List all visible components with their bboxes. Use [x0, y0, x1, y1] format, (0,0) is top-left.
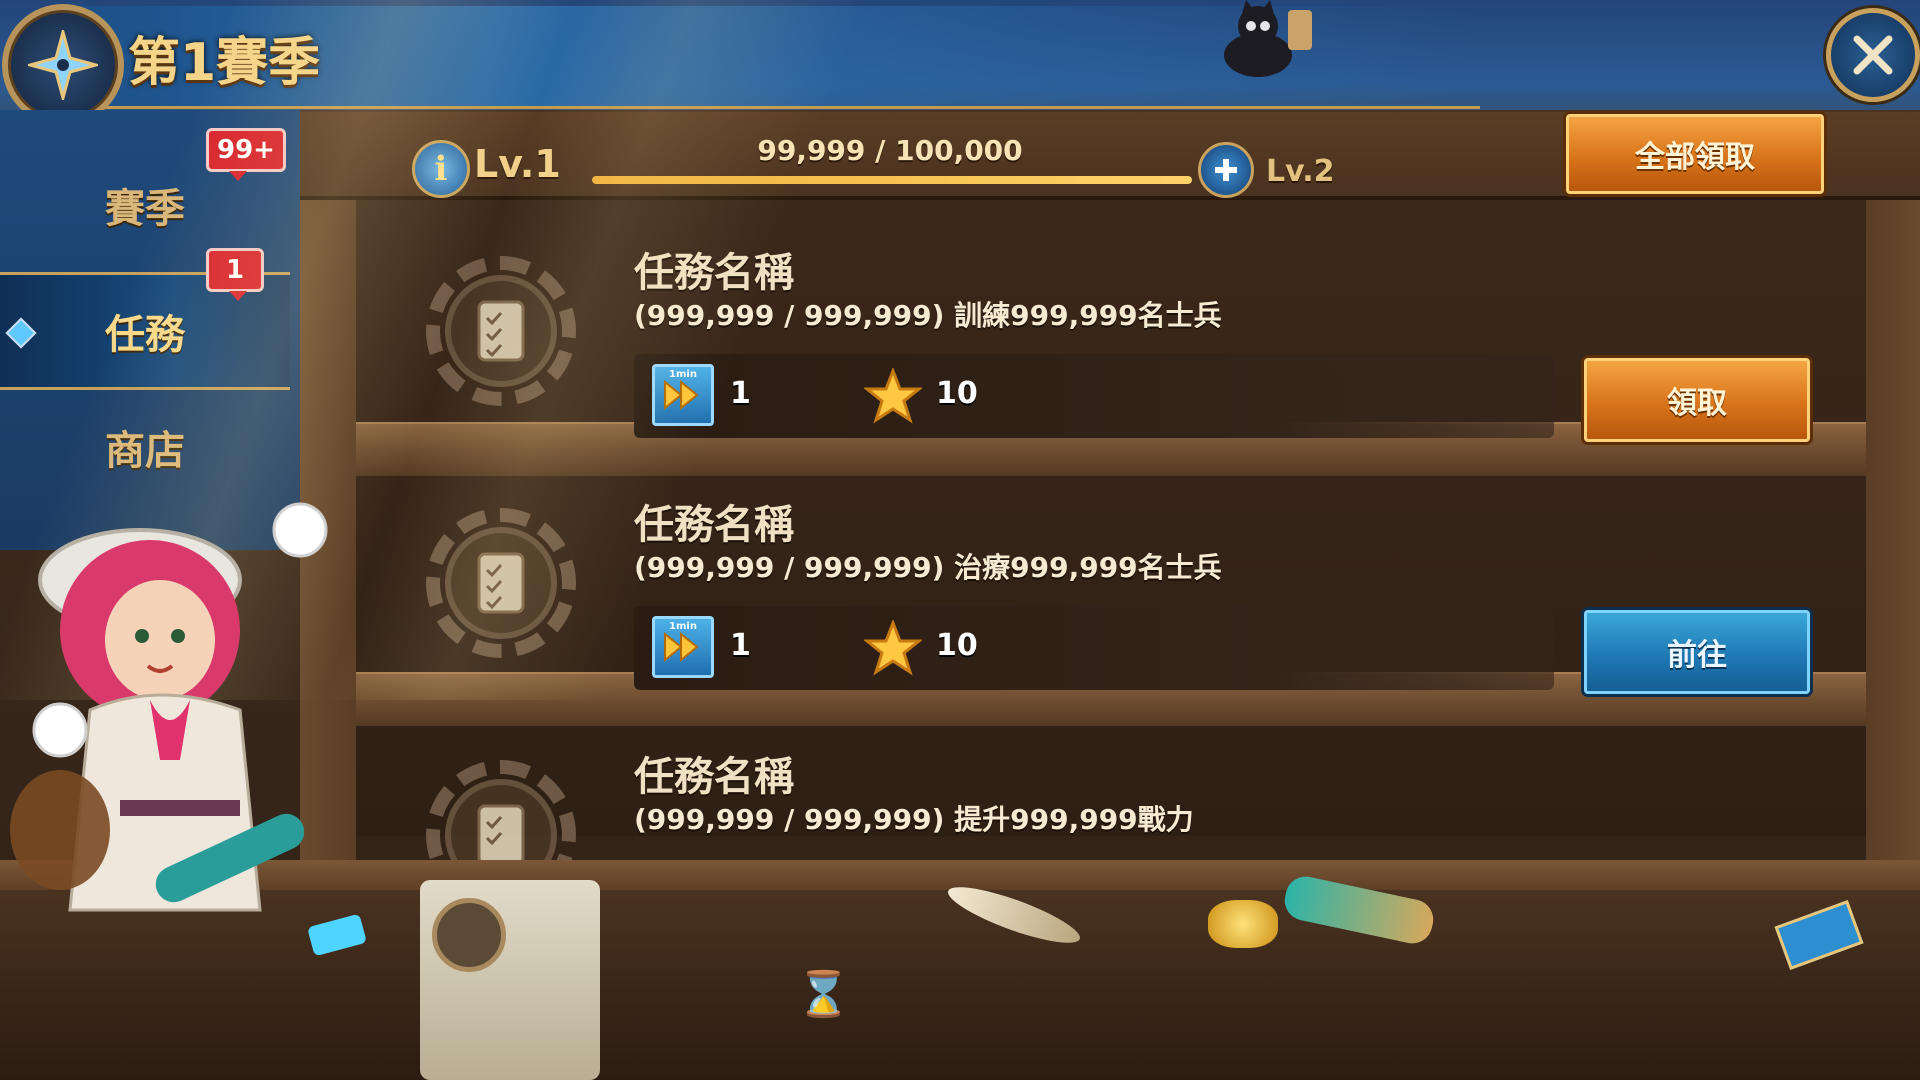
claim-button[interactable]: 領取 [1584, 358, 1810, 442]
speedup-count: 1 [730, 628, 751, 663]
tasks-notification-badge: 1 [206, 248, 264, 301]
xp-progress-bar [592, 176, 1192, 184]
compass-star-icon [2, 4, 124, 126]
speedup-1min-icon: 1min [652, 364, 714, 426]
gold-coins-icon [1208, 900, 1278, 948]
claim-all-button[interactable]: 全部領取 [1566, 114, 1824, 194]
shelf-right-post [1866, 196, 1920, 876]
compass-icon [432, 898, 506, 972]
task-scroll-icon [426, 760, 576, 860]
black-cat-decoration [1224, 0, 1312, 77]
xp-text: 99,999 / 100,000 [757, 134, 1023, 167]
star-count: 10 [936, 376, 978, 411]
season-title: 第1賽季 [128, 33, 321, 93]
star-icon [864, 620, 922, 676]
star-count: 10 [936, 628, 978, 663]
task-row: 任務名稱 (999,999 / 999,999) 治療999,999名士兵 1m… [356, 478, 1866, 694]
task-rewards: 1min 1 10 [634, 606, 1554, 690]
sidebar-item-label: 商店 [105, 428, 185, 474]
character-illustration [10, 502, 328, 912]
task-desc: (999,999 / 999,999) 提升999,999戰力 [634, 803, 1194, 836]
go-button[interactable]: 前往 [1584, 610, 1810, 694]
add-level-button[interactable] [1198, 142, 1254, 198]
task-desc: (999,999 / 999,999) 治療999,999名士兵 [634, 551, 1222, 584]
sidebar-item-label: 任務 [105, 312, 185, 358]
task-name: 任務名稱 [634, 250, 794, 296]
season-notification-badge: 99+ [206, 128, 286, 181]
hourglass-icon: ⌛ [796, 969, 851, 1020]
level-next: Lv.2 [1266, 154, 1335, 189]
level-current: Lv.1 [474, 142, 561, 186]
task-row: 任務名稱 (999,999 / 999,999) 提升999,999戰力 [356, 730, 1866, 860]
task-rewards: 1min 1 10 [634, 354, 1554, 438]
xp-progress-fill [592, 176, 1192, 184]
task-row: 任務名稱 (999,999 / 999,999) 訓練999,999名士兵 1m… [356, 226, 1866, 442]
task-scroll-icon [426, 256, 576, 406]
speedup-tag: 1min [669, 621, 697, 632]
speedup-1min-icon: 1min [652, 616, 714, 678]
info-icon[interactable]: i [412, 140, 470, 198]
close-button[interactable] [1826, 8, 1920, 102]
speedup-tag: 1min [669, 369, 697, 380]
task-name: 任務名稱 [634, 754, 794, 800]
task-name: 任務名稱 [634, 502, 794, 548]
sidebar-item-label: 賽季 [105, 186, 185, 232]
close-icon [1853, 35, 1893, 75]
plus-icon [1215, 159, 1237, 181]
task-scroll-icon [426, 508, 576, 658]
star-icon [864, 368, 922, 424]
speedup-count: 1 [730, 376, 751, 411]
task-desc: (999,999 / 999,999) 訓練999,999名士兵 [634, 299, 1222, 332]
